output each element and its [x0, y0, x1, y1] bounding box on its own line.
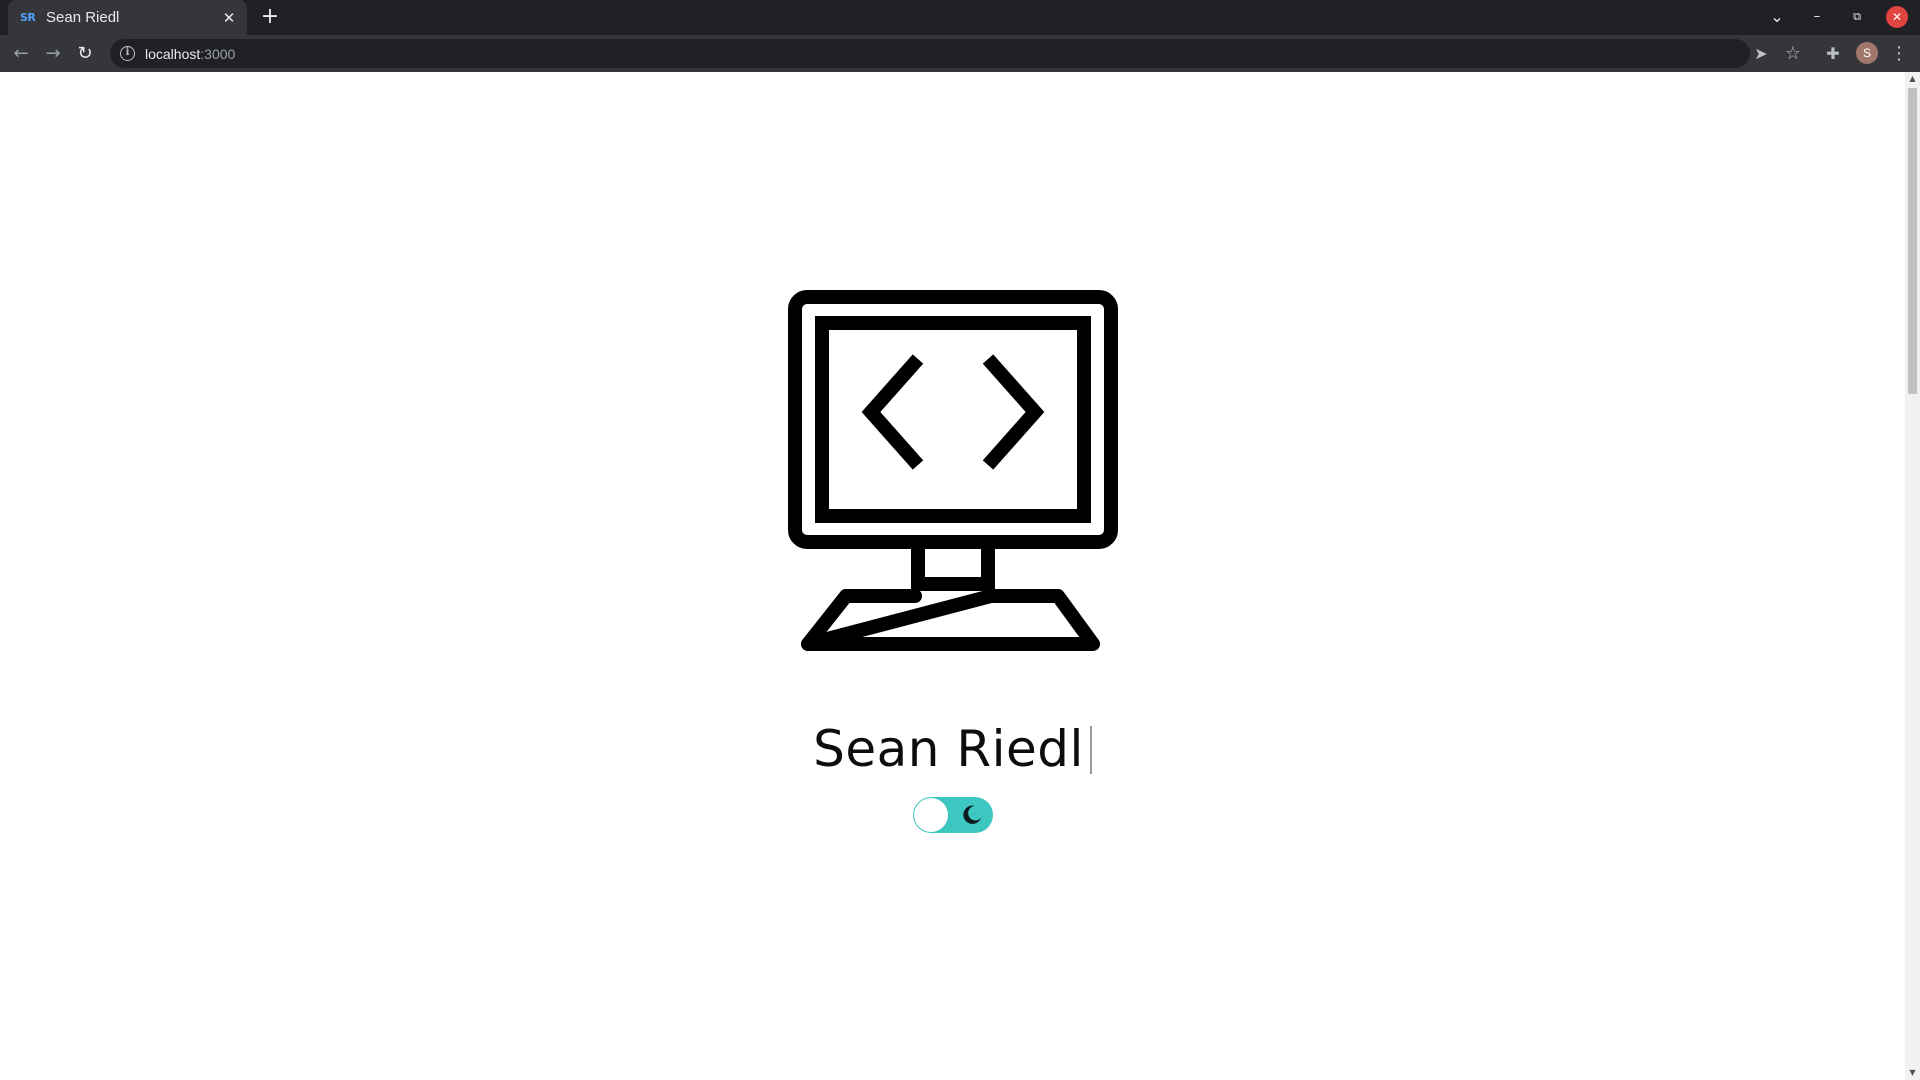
forward-button[interactable]: → — [40, 41, 66, 67]
tab-close-icon[interactable]: ✕ — [221, 10, 237, 26]
close-window-button[interactable]: ✕ — [1886, 6, 1908, 28]
site-info-icon[interactable]: i — [120, 46, 135, 61]
scroll-down-icon[interactable]: ▼ — [1908, 1068, 1917, 1078]
address-bar[interactable]: i localhost :3000 — [110, 39, 1750, 68]
name-text: Sean Riedl — [813, 720, 1084, 778]
send-icon[interactable]: ➤ — [1748, 41, 1774, 67]
typing-caret — [1089, 726, 1092, 774]
tab-strip: SR Sean Riedl ✕ + ⌄ – ⧉ ✕ — [0, 0, 1920, 35]
tab-title: Sean Riedl — [46, 9, 120, 26]
page-viewport: Sean Riedl — [0, 72, 1905, 1080]
theme-toggle[interactable] — [913, 797, 993, 833]
bookmark-star-icon[interactable]: ☆ — [1780, 41, 1806, 67]
scroll-thumb[interactable] — [1908, 88, 1917, 394]
page-scrollbar[interactable]: ▲ ▼ — [1905, 72, 1920, 1080]
browser-tab[interactable]: SR Sean Riedl ✕ — [8, 0, 247, 35]
extensions-icon[interactable]: ✚ — [1820, 41, 1846, 67]
favicon-icon: SR — [20, 10, 36, 24]
scroll-up-icon[interactable]: ▲ — [1908, 74, 1917, 84]
url-host: localhost — [145, 45, 201, 62]
minimize-button[interactable]: – — [1806, 6, 1828, 28]
reload-button[interactable]: ↻ — [72, 41, 98, 67]
url-port: :3000 — [200, 45, 236, 62]
tab-search-chevron-icon[interactable]: ⌄ — [1766, 6, 1788, 28]
page-title: Sean Riedl — [700, 720, 1205, 778]
browser-toolbar: ← → ↻ i localhost :3000 ➤ ☆ ✚ ⋮ — [0, 35, 1920, 72]
moon-icon — [963, 805, 982, 824]
profile-avatar[interactable]: S — [1856, 42, 1878, 64]
new-tab-button[interactable]: + — [258, 6, 282, 30]
browser-menu-icon[interactable]: ⋮ — [1886, 41, 1912, 67]
toggle-knob — [914, 798, 948, 832]
back-button[interactable]: ← — [8, 41, 34, 67]
restore-button[interactable]: ⧉ — [1846, 6, 1868, 28]
monitor-code-icon — [788, 290, 1118, 651]
